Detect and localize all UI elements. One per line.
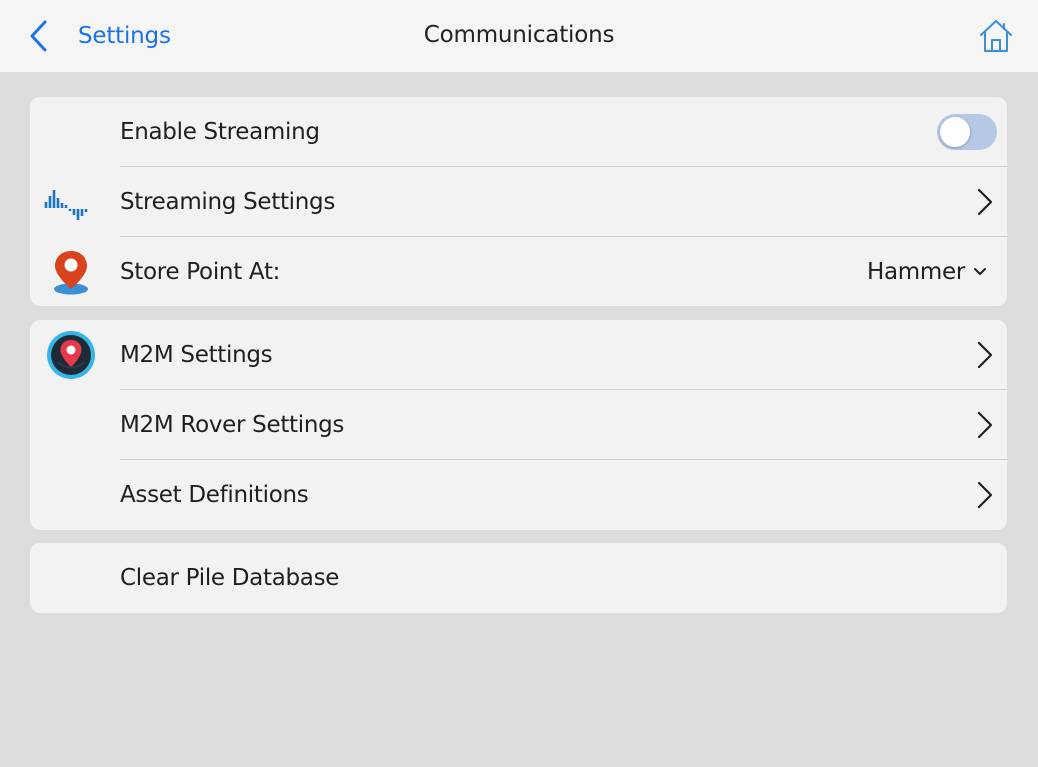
streaming-settings-label: Streaming Settings: [120, 189, 336, 215]
map-pin-icon: [42, 243, 100, 301]
navigation-bar: Settings Communications: [0, 0, 1038, 72]
page-title: Communications: [423, 22, 615, 48]
home-button[interactable]: [976, 16, 1016, 56]
m2m-rover-settings-label: M2M Rover Settings: [120, 412, 345, 438]
m2m-rover-settings-row[interactable]: M2M Rover Settings: [30, 390, 1007, 460]
chevron-right-icon: [977, 341, 993, 369]
chevron-right-icon: [977, 411, 993, 439]
streaming-settings-row[interactable]: Streaming Settings: [30, 167, 1007, 237]
chevron-down-icon: [974, 267, 986, 275]
store-point-select-value: Hammer: [866, 258, 965, 285]
store-point-select[interactable]: Hammer: [867, 259, 987, 285]
toggle-knob: [940, 117, 970, 147]
store-point-at-row: Store Point At: Hammer: [30, 237, 1007, 306]
streaming-settings-group: Enable Streaming Streaming Settings Stor…: [30, 97, 1007, 306]
chevron-right-icon: [977, 188, 993, 216]
enable-streaming-label: Enable Streaming: [120, 119, 320, 145]
asset-definitions-label: Asset Definitions: [120, 482, 309, 508]
m2m-location-icon: [42, 326, 100, 384]
clear-pile-database-row[interactable]: Clear Pile Database: [30, 543, 1007, 613]
m2m-settings-group: M2M Settings M2M Rover Settings Asset De…: [30, 320, 1007, 530]
home-icon: [980, 20, 1012, 52]
enable-streaming-toggle[interactable]: [937, 114, 997, 150]
enable-streaming-row: Enable Streaming: [30, 97, 1007, 167]
chevron-right-icon: [977, 481, 993, 509]
asset-definitions-row[interactable]: Asset Definitions: [30, 460, 1007, 530]
clear-pile-database-label: Clear Pile Database: [120, 565, 340, 591]
streaming-waveform-icon: [42, 173, 100, 231]
database-group: Clear Pile Database: [30, 543, 1007, 613]
m2m-settings-label: M2M Settings: [120, 342, 273, 368]
m2m-settings-row[interactable]: M2M Settings: [30, 320, 1007, 390]
store-point-at-label: Store Point At:: [120, 258, 281, 285]
